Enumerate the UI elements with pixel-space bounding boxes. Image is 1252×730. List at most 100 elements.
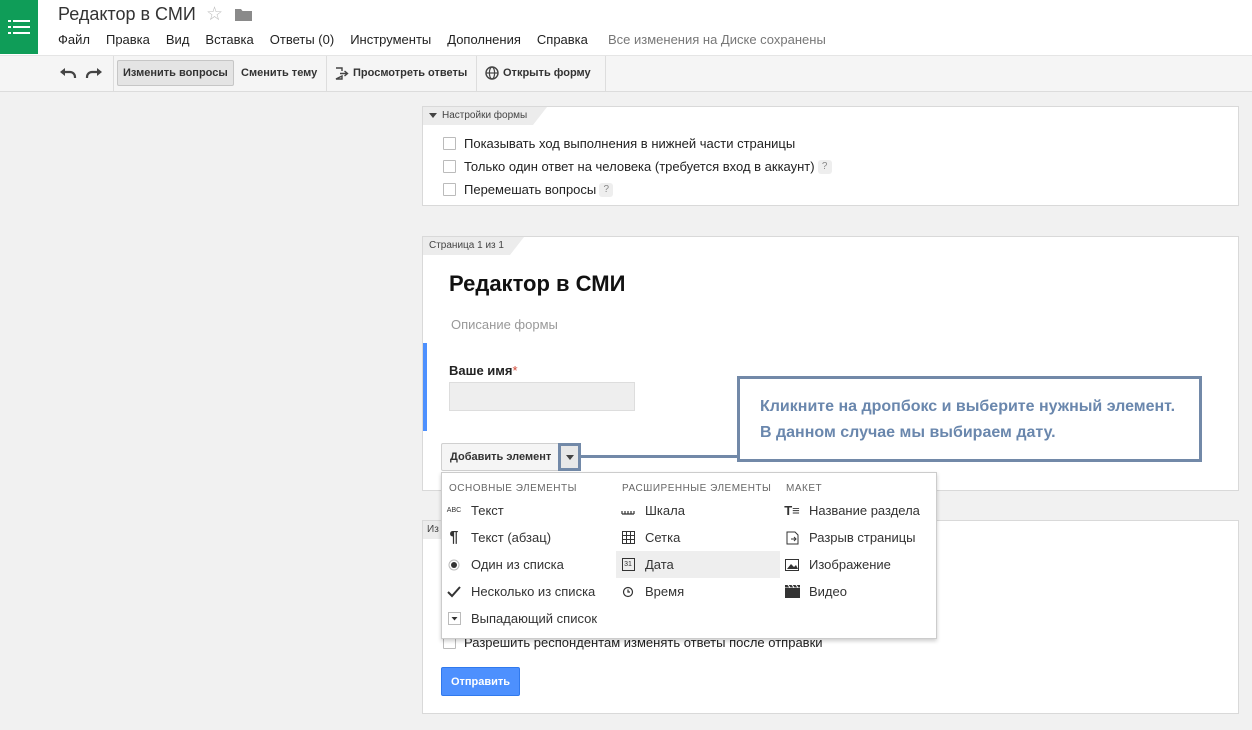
menu-item-video[interactable]: Видео	[784, 578, 932, 605]
submit-button[interactable]: Отправить	[441, 667, 520, 696]
redo-icon[interactable]	[85, 65, 103, 81]
menu-item-page-break[interactable]: Разрыв страницы	[784, 524, 932, 551]
menu-edit[interactable]: Правка	[106, 32, 150, 47]
save-status: Все изменения на Диске сохранены	[608, 32, 826, 47]
question-answer-input[interactable]	[449, 382, 635, 411]
open-form-button[interactable]: Открыть форму	[480, 60, 596, 86]
submit-label: Отправить	[450, 675, 511, 688]
menu-item-date[interactable]: 31 Дата	[616, 551, 780, 578]
toolbar: Изменить вопросы Сменить тему Просмотрет…	[0, 56, 1252, 92]
one-response-checkbox[interactable]	[443, 160, 456, 173]
toolbar-separator	[605, 56, 606, 91]
menu-help[interactable]: Справка	[537, 32, 588, 47]
add-item-label: Добавить элемент	[450, 451, 552, 463]
menu-item-label: Один из списка	[471, 557, 564, 572]
toolbar-separator	[476, 56, 477, 91]
radio-icon	[446, 559, 462, 571]
menu-item-label: Видео	[809, 584, 847, 599]
setting-shuffle: Перемешать вопросы ?	[443, 182, 614, 197]
required-mark: *	[512, 363, 518, 378]
menu-item-checkboxes[interactable]: Несколько из списка	[446, 578, 614, 605]
annotation-connector	[581, 455, 739, 458]
menu-insert[interactable]: Вставка	[205, 32, 253, 47]
annotation-text: Кликните на дропбокс и выберите нужный э…	[760, 398, 1176, 441]
toolbar-separator	[326, 56, 327, 91]
scale-icon	[620, 507, 636, 515]
menu-item-label: Сетка	[645, 530, 681, 545]
image-icon	[784, 558, 800, 571]
open-form-label: Открыть форму	[503, 67, 591, 79]
grid-icon	[620, 531, 636, 544]
change-theme-label: Сменить тему	[241, 67, 318, 79]
add-item-menu: ОСНОВНЫЕ ЭЛЕМЕНТЫ РАСШИРЕННЫЕ ЭЛЕМЕНТЫ М…	[441, 472, 937, 639]
calendar-day: 31	[621, 558, 635, 571]
menu-item-section-header[interactable]: T≡ Название раздела	[784, 497, 932, 524]
menu-view[interactable]: Вид	[166, 32, 190, 47]
question-title[interactable]: Ваше имя*	[449, 363, 518, 378]
menu-item-image[interactable]: Изображение	[784, 551, 932, 578]
menu-item-label: Время	[645, 584, 685, 599]
undo-icon[interactable]	[59, 65, 77, 81]
add-item-button[interactable]: Добавить элемент	[441, 443, 561, 471]
menu-item-label: Текст	[471, 503, 504, 518]
form-title[interactable]: Редактор в СМИ	[449, 271, 625, 297]
annotation-callout: Кликните на дропбокс и выберите нужный э…	[737, 376, 1202, 462]
page-break-icon	[784, 531, 800, 545]
show-progress-checkbox[interactable]	[443, 137, 456, 150]
forms-logo-icon[interactable]	[0, 0, 38, 54]
menu-addons[interactable]: Дополнения	[447, 32, 521, 47]
globe-icon	[485, 66, 499, 80]
menu-item-label: Название раздела	[809, 503, 920, 518]
shuffle-checkbox[interactable]	[443, 183, 456, 196]
select-list-icon	[446, 612, 462, 625]
menu-item-paragraph[interactable]: ¶ Текст (абзац)	[446, 524, 614, 551]
folder-icon[interactable]	[235, 8, 252, 21]
menu-item-dropdown-list[interactable]: Выпадающий список	[446, 605, 614, 632]
view-responses-button[interactable]: Просмотреть ответы	[330, 60, 472, 86]
help-icon[interactable]: ?	[599, 182, 614, 197]
star-icon[interactable]: ☆	[206, 3, 223, 26]
menu-item-multiple-choice[interactable]: Один из списка	[446, 551, 614, 578]
question-focus-bar	[423, 343, 427, 431]
menu-item-time[interactable]: Время	[616, 578, 780, 605]
paragraph-icon: ¶	[449, 528, 459, 546]
form-settings-tab-label: Настройки формы	[442, 110, 528, 121]
layout-items-header: МАКЕТ	[786, 483, 823, 494]
shuffle-label: Перемешать вопросы	[464, 182, 597, 197]
setting-show-progress: Показывать ход выполнения в нижней части…	[443, 136, 795, 151]
page-indicator: Страница 1 из 1	[423, 237, 524, 255]
form-settings-panel: Настройки формы Показывать ход выполнени…	[422, 106, 1239, 206]
menu-item-scale[interactable]: Шкала	[616, 497, 780, 524]
menu-file[interactable]: Файл	[58, 32, 90, 47]
help-icon[interactable]: ?	[817, 159, 832, 174]
menu-tools[interactable]: Инструменты	[350, 32, 431, 47]
responses-icon	[335, 66, 349, 80]
edit-questions-label: Изменить вопросы	[123, 67, 228, 79]
menu-item-label: Изображение	[809, 557, 891, 572]
menu-item-label: Разрыв страницы	[809, 530, 916, 545]
abc-text-icon: ABC	[446, 507, 462, 514]
video-icon	[784, 585, 800, 598]
menu-item-label: Дата	[645, 557, 674, 572]
change-theme-button[interactable]: Сменить тему	[236, 60, 322, 86]
document-title[interactable]: Редактор в СМИ	[58, 4, 196, 25]
one-response-label: Только один ответ на человека (требуется…	[464, 159, 815, 174]
setting-one-response: Только один ответ на человека (требуется…	[443, 159, 832, 174]
menu-item-grid[interactable]: Сетка	[616, 524, 780, 551]
edit-questions-button[interactable]: Изменить вопросы	[117, 60, 234, 86]
menu-responses[interactable]: Ответы (0)	[270, 32, 334, 47]
menu-item-text[interactable]: ABC Текст	[446, 497, 614, 524]
view-responses-label: Просмотреть ответы	[353, 67, 468, 79]
toolbar-separator	[113, 56, 114, 91]
calendar-icon: 31	[620, 558, 636, 571]
menu-item-label: Выпадающий список	[471, 611, 598, 626]
menu-item-label: Несколько из списка	[471, 584, 596, 599]
form-settings-tab[interactable]: Настройки формы	[423, 107, 548, 125]
menu-item-label: Текст (абзац)	[471, 530, 552, 545]
chevron-down-icon	[565, 454, 574, 460]
clock-icon	[620, 586, 636, 598]
checkmark-icon	[446, 585, 462, 598]
basic-items-header: ОСНОВНЫЕ ЭЛЕМЕНТЫ	[449, 483, 577, 494]
form-description-field[interactable]: Описание формы	[451, 317, 558, 332]
add-item-dropdown-toggle[interactable]	[558, 443, 581, 471]
